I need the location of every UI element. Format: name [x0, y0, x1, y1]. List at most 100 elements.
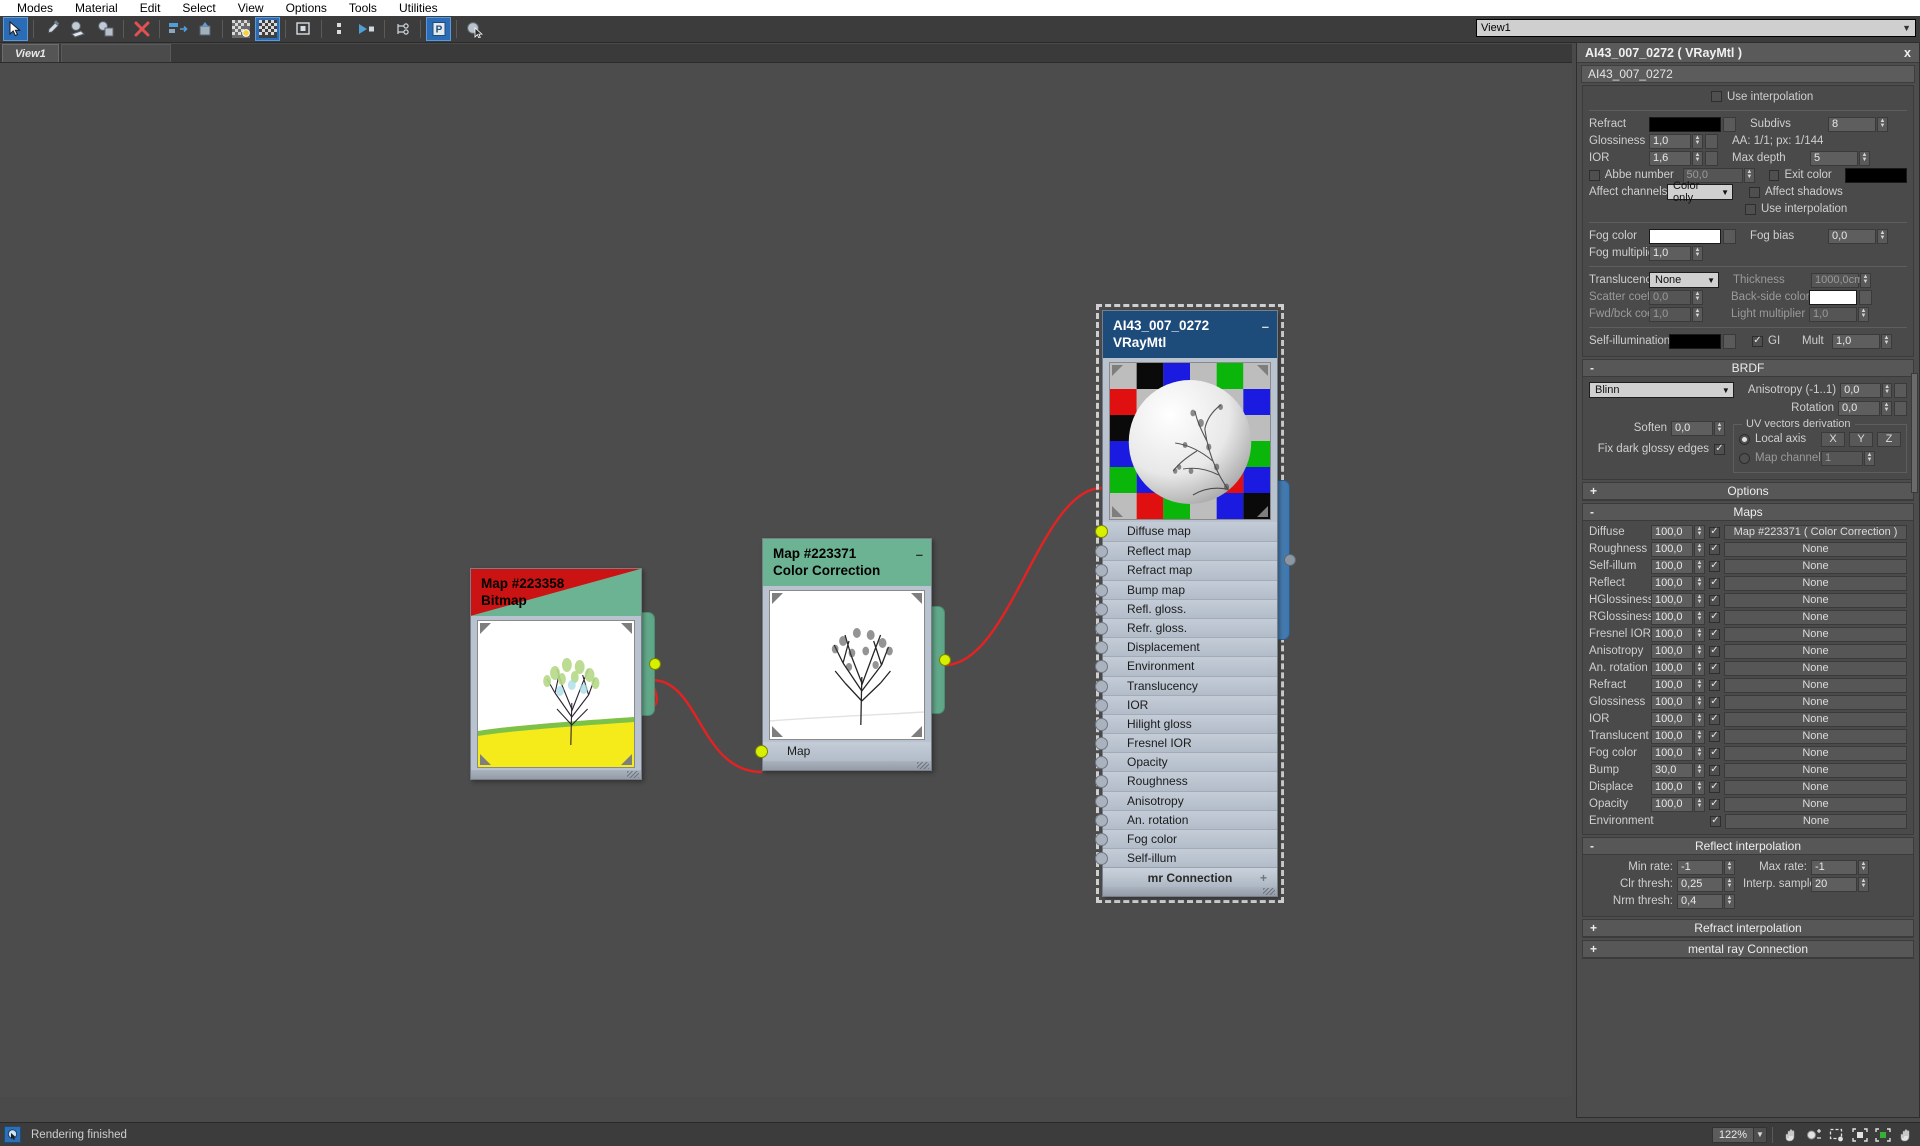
map-row-spinner[interactable]: ▲ ▼ [1694, 643, 1705, 659]
material-assign-icon[interactable] [66, 17, 91, 41]
menu-item-material[interactable]: Material [64, 0, 129, 16]
vraymtl-socket-row[interactable]: Diffuse map [1095, 522, 1277, 542]
node-color-correction[interactable]: – Map #223371 Color Correction Map [755, 538, 951, 772]
soften-value[interactable]: 0,0 [1671, 420, 1713, 436]
checker-light-icon[interactable] [228, 17, 253, 41]
vraymtl-socket-row[interactable]: Refr. gloss. [1095, 617, 1277, 638]
map-row-spinner[interactable]: ▲ ▼ [1694, 779, 1705, 795]
resize-grip-icon[interactable] [917, 762, 929, 770]
scatter-coeff-spinner[interactable]: ▲ ▼ [1692, 289, 1703, 305]
max-depth-value[interactable]: 5 [1810, 150, 1858, 166]
map-row-spinner[interactable]: ▲ ▼ [1694, 694, 1705, 710]
vraymtl-socket-row[interactable]: Environment [1095, 656, 1277, 676]
map-row-button[interactable]: None [1724, 779, 1907, 795]
p-box-icon[interactable]: P [426, 17, 451, 41]
map-row-spinner[interactable]: ▲ ▼ [1694, 575, 1705, 591]
layout-arrange-icon[interactable] [165, 17, 190, 41]
map-row-checkbox[interactable]: ✓ [1709, 577, 1720, 589]
min-rate-spinner[interactable]: ▲ ▼ [1724, 859, 1735, 875]
cc-node-body[interactable]: – Map #223371 Color Correction Map [755, 538, 932, 772]
sphere-cursor-icon[interactable] [462, 17, 487, 41]
vraymtl-socket-dot[interactable] [1095, 813, 1108, 827]
map-row-amount[interactable]: 100,0 [1651, 728, 1693, 744]
vraymtl-thumbnail[interactable] [1109, 362, 1271, 520]
tree-nodes-icon[interactable] [390, 17, 415, 41]
exit-color-checkbox[interactable] [1768, 169, 1780, 181]
move-children-icon[interactable] [327, 17, 352, 41]
map-row-amount[interactable]: 100,0 [1651, 592, 1693, 608]
refract-interp-header[interactable]: + Refract interpolation [1583, 920, 1913, 937]
reflect-interp-header[interactable]: - Reflect interpolation [1583, 838, 1913, 855]
vraymtl-socket-row[interactable]: Refl. gloss. [1095, 598, 1277, 618]
update-arrow-icon[interactable] [354, 17, 379, 41]
map-channel-radio[interactable] [1739, 452, 1750, 464]
map-row-amount[interactable]: 100,0 [1651, 694, 1693, 710]
exit-color-swatch[interactable] [1844, 167, 1908, 183]
use-interpolation-checkbox[interactable] [1745, 203, 1756, 215]
node-vraymtl[interactable]: – AI43_007_0272 VRayMtl Diffuse map Refl… [1095, 304, 1296, 904]
map-row-spinner[interactable]: ▲ ▼ [1694, 660, 1705, 676]
chevron-down-icon[interactable]: ▼ [1754, 1126, 1767, 1143]
brdf-rotation-value[interactable]: 0,0 [1838, 400, 1880, 416]
fwd-bck-coeff-spinner[interactable]: ▲ ▼ [1692, 306, 1703, 322]
max-depth-spinner[interactable]: ▲ ▼ [1859, 150, 1870, 166]
map-row-amount[interactable]: 100,0 [1651, 660, 1693, 676]
map-row-button[interactable]: None [1724, 558, 1907, 574]
map-row-button[interactable]: Map #223371 ( Color Correction ) [1724, 524, 1907, 540]
self-illumination-swatch[interactable] [1669, 333, 1721, 349]
map-row-checkbox[interactable]: ✓ [1709, 594, 1720, 606]
map-row-spinner[interactable]: ▲ ▼ [1694, 796, 1705, 812]
vraymtl-socket-row[interactable]: Opacity [1095, 752, 1277, 772]
tab-view1[interactable]: View1 [2, 44, 59, 62]
vraymtl-socket-dot[interactable] [1095, 583, 1108, 597]
vraymtl-socket-dot[interactable] [1095, 775, 1108, 789]
fix-dark-glossy-edges-checkbox[interactable]: ✓ [1714, 443, 1725, 455]
zoom-level-value[interactable]: 122% [1712, 1126, 1754, 1143]
max-rate-value[interactable]: -1 [1811, 859, 1857, 875]
map-row-checkbox[interactable]: ✓ [1709, 764, 1720, 776]
vraymtl-socket-row[interactable]: An. rotation [1095, 809, 1277, 829]
nrm-thresh-spinner[interactable]: ▲ ▼ [1724, 893, 1735, 909]
vraymtl-socket-row[interactable]: Displacement [1095, 637, 1277, 657]
vraymtl-socket-dot[interactable] [1095, 525, 1108, 538]
mr-connection-plus-icon[interactable]: + [1260, 868, 1267, 888]
cc-node-header[interactable]: – Map #223371 Color Correction [763, 539, 931, 586]
maps-rollup-header[interactable]: - Maps [1583, 504, 1913, 521]
menu-item-tools[interactable]: Tools [338, 0, 388, 16]
vraymtl-socket-row[interactable]: IOR [1095, 694, 1277, 714]
map-row-amount[interactable]: 100,0 [1651, 711, 1693, 727]
ior-spinner[interactable]: ▲ ▼ [1692, 150, 1703, 166]
axis-z-button[interactable]: Z [1877, 431, 1901, 447]
anisotropy-value[interactable]: 0,0 [1840, 382, 1881, 398]
map-row-button[interactable]: None [1724, 728, 1907, 744]
map-row-checkbox[interactable]: ✓ [1709, 798, 1720, 810]
back-side-color-swatch[interactable] [1809, 289, 1857, 305]
node-bitmap[interactable]: Map #223358 Bitmap [470, 568, 661, 780]
map-row-checkbox[interactable]: ✓ [1709, 628, 1720, 640]
map-row-spinner[interactable]: ▲ ▼ [1694, 541, 1705, 557]
zoom-extents-icon[interactable] [1849, 1125, 1870, 1144]
vraymtl-socket-row[interactable]: Translucency [1095, 675, 1277, 695]
menu-item-utilities[interactable]: Utilities [388, 0, 449, 16]
vraymtl-socket-dot[interactable] [1095, 852, 1108, 866]
mental-ray-header[interactable]: + mental ray Connection [1583, 941, 1913, 958]
bitmap-node-header[interactable]: Map #223358 Bitmap [471, 569, 641, 616]
clr-thresh-spinner[interactable]: ▲ ▼ [1724, 876, 1735, 892]
vraymtl-socket-dot[interactable] [1095, 756, 1108, 770]
map-row-button[interactable]: None [1724, 626, 1907, 642]
thickness-spinner[interactable]: ▲ ▼ [1860, 272, 1871, 288]
resize-grip-icon[interactable] [627, 771, 639, 778]
map-row-amount[interactable]: 100,0 [1651, 524, 1693, 540]
vraymtl-socket-row[interactable]: Anisotropy [1095, 790, 1277, 810]
vraymtl-socket-row[interactable]: Reflect map [1095, 541, 1277, 561]
fog-multiplier-value[interactable]: 1,0 [1649, 245, 1691, 261]
close-icon[interactable]: x [1904, 46, 1911, 60]
light-multiplier-spinner[interactable]: ▲ ▼ [1858, 306, 1869, 322]
map-row-amount[interactable]: 100,0 [1651, 541, 1693, 557]
vraymtl-socket-dot[interactable] [1095, 833, 1108, 846]
vraymtl-node-body[interactable]: – AI43_007_0272 VRayMtl Diffuse map Refl… [1095, 310, 1278, 898]
map-row-checkbox[interactable]: ✓ [1709, 526, 1720, 538]
menu-item-select[interactable]: Select [171, 0, 226, 16]
vraymtl-socket-dot[interactable] [1095, 545, 1108, 559]
max-rate-spinner[interactable]: ▲ ▼ [1858, 859, 1869, 875]
